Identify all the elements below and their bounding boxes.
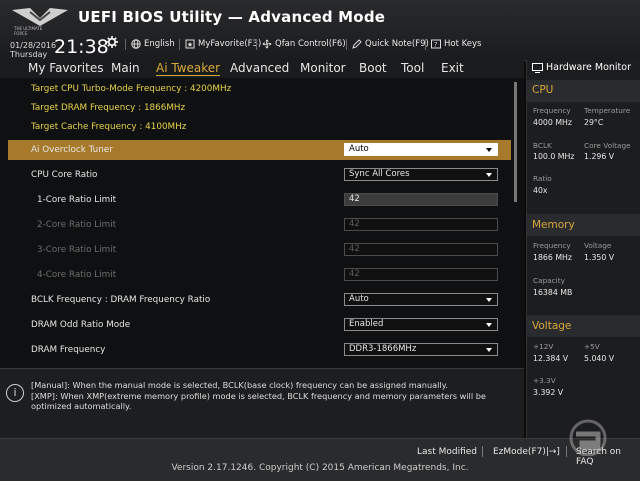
quick-note-label: Quick Note(F9) [365, 39, 429, 49]
setting-label-cpu-core-ratio: CPU Core Ratio [31, 170, 98, 180]
bclk-label: BCLK [533, 141, 552, 150]
tab-main[interactable]: Main [111, 61, 140, 75]
core-voltage-value: 1.296 V [584, 152, 615, 161]
tab-tool[interactable]: Tool [401, 61, 424, 75]
v12-value: 12.384 V [533, 354, 569, 363]
tab-advanced[interactable]: Advanced [230, 61, 289, 75]
watermark-logo-icon [569, 419, 607, 456]
language-button[interactable]: English [131, 39, 175, 49]
gear-icon[interactable] [106, 36, 118, 48]
info-icon: i [6, 384, 24, 402]
window-title: UEFI BIOS Utility — Advanced Mode [78, 8, 386, 26]
separator [425, 39, 426, 50]
dram-odd-ratio-select[interactable]: Enabled [344, 318, 498, 331]
v12-label: +12V [533, 342, 554, 351]
settings-scrollbar[interactable] [514, 82, 517, 202]
qfan-control-label: Qfan Control(F6) [275, 39, 346, 49]
separator [256, 39, 257, 50]
2-core-ratio-input: 42 [344, 218, 498, 231]
1-core-ratio-input[interactable]: 42 [344, 193, 498, 206]
v5-value: 5.040 V [584, 354, 615, 363]
setting-label-1-core-ratio: 1-Core Ratio Limit [37, 195, 117, 205]
hardware-monitor-label: Hardware Monitor [546, 62, 631, 73]
hot-keys-label: Hot Keys [444, 39, 482, 49]
3-core-ratio-input: 42 [344, 243, 498, 256]
ai-overclock-tuner-select[interactable]: Auto [344, 143, 498, 156]
setting-label-4-core-ratio: 4-Core Ratio Limit [37, 270, 117, 280]
svg-text:?: ? [434, 41, 437, 49]
setting-label-2-core-ratio: 2-Core Ratio Limit [37, 220, 117, 230]
separator [482, 446, 483, 457]
hot-keys-button[interactable]: ? Hot Keys [431, 39, 481, 49]
help-line-xmp: [XMP]: When XMP(extreme memory profile) … [31, 390, 486, 412]
date-text: 01/28/2016 [10, 41, 57, 50]
quick-note-button[interactable]: Quick Note(F9) [352, 39, 429, 49]
myfavorite-button[interactable]: MyFavorite(F3) [185, 39, 261, 49]
logo-text: THE ULTIMATE FORCE [14, 26, 43, 36]
tab-boot[interactable]: Boot [359, 61, 387, 75]
cpu-frequency-value: 4000 MHz [533, 118, 573, 127]
4-core-ratio-input: 42 [344, 268, 498, 281]
help-line-manual: [Manual]: When the manual mode is select… [31, 380, 448, 390]
fan-icon [262, 39, 272, 49]
cpu-section-title: CPU [532, 84, 554, 96]
memory-voltage-label: Voltage [584, 241, 612, 250]
bclk-dram-ratio-select[interactable]: Auto [344, 293, 498, 306]
ratio-label: Ratio [533, 174, 552, 183]
day-text: Thursday [10, 50, 48, 59]
core-voltage-label: Core Voltage [584, 141, 631, 150]
footer-bar [0, 438, 640, 481]
qfan-control-button[interactable]: Qfan Control(F6) [262, 39, 346, 49]
globe-icon [131, 39, 141, 49]
tuf-logo-icon [12, 8, 68, 26]
tab-my-favorites[interactable]: My Favorites [28, 61, 103, 75]
tab-exit[interactable]: Exit [441, 61, 464, 75]
myfavorite-label: MyFavorite(F3) [198, 39, 262, 49]
memory-section-title: Memory [532, 219, 575, 231]
separator [125, 39, 126, 50]
favorite-icon [185, 39, 195, 49]
setting-label-ai-overclock-tuner: Ai Overclock Tuner [31, 145, 113, 155]
copyright-text: Version 2.17.1246. Copyright (C) 2015 Am… [171, 463, 469, 473]
cpu-frequency-label: Frequency [533, 106, 571, 115]
cpu-temperature-value: 29°C [584, 118, 604, 127]
v5-label: +5V [584, 342, 600, 351]
setting-label-bclk-dram-ratio: BCLK Frequency : DRAM Frequency Ratio [31, 295, 211, 305]
hotkeys-icon: ? [431, 39, 441, 49]
setting-label-3-core-ratio: 3-Core Ratio Limit [37, 245, 117, 255]
voltage-section-title: Voltage [532, 320, 572, 332]
help-text: [Manual]: When the manual mode is select… [31, 380, 511, 412]
hardware-monitor-title: Hardware Monitor [532, 62, 631, 73]
date-display: 01/28/2016 Thursday [10, 41, 56, 59]
dram-frequency-select[interactable]: DDR3-1866MHz [344, 343, 498, 356]
v33-value: 3.392 V [533, 388, 564, 397]
cpu-core-ratio-select[interactable]: Sync All Cores [344, 168, 498, 181]
note-icon [352, 39, 362, 49]
monitor-icon [532, 62, 543, 73]
memory-frequency-value: 1866 MHz [533, 253, 573, 262]
memory-voltage-value: 1.350 V [584, 253, 615, 262]
last-modified-button[interactable]: Last Modified [417, 447, 477, 457]
bclk-value: 100.0 MHz [533, 152, 575, 161]
info-cpu-turbo: Target CPU Turbo-Mode Frequency : 4200MH… [31, 84, 232, 94]
language-label: English [144, 39, 175, 49]
memory-frequency-label: Frequency [533, 241, 571, 250]
capacity-value: 16384 MB [533, 288, 573, 297]
ratio-value: 40x [533, 186, 548, 195]
info-dram-frequency: Target DRAM Frequency : 1866MHz [31, 103, 186, 113]
separator [346, 39, 347, 50]
capacity-label: Capacity [533, 276, 565, 285]
info-cache-frequency: Target Cache Frequency : 4100MHz [31, 122, 187, 132]
setting-label-dram-frequency: DRAM Frequency [31, 345, 106, 355]
separator [179, 39, 180, 50]
cpu-temperature-label: Temperature [584, 106, 631, 115]
clock-time: 21:38 [54, 36, 109, 58]
ezmode-button[interactable]: EzMode(F7)|→] [493, 447, 560, 457]
v33-label: +3.3V [533, 376, 556, 385]
tab-ai-tweaker[interactable]: Ai Tweaker [156, 61, 221, 76]
tab-monitor[interactable]: Monitor [300, 61, 346, 75]
setting-label-dram-odd-ratio: DRAM Odd Ratio Mode [31, 320, 131, 330]
